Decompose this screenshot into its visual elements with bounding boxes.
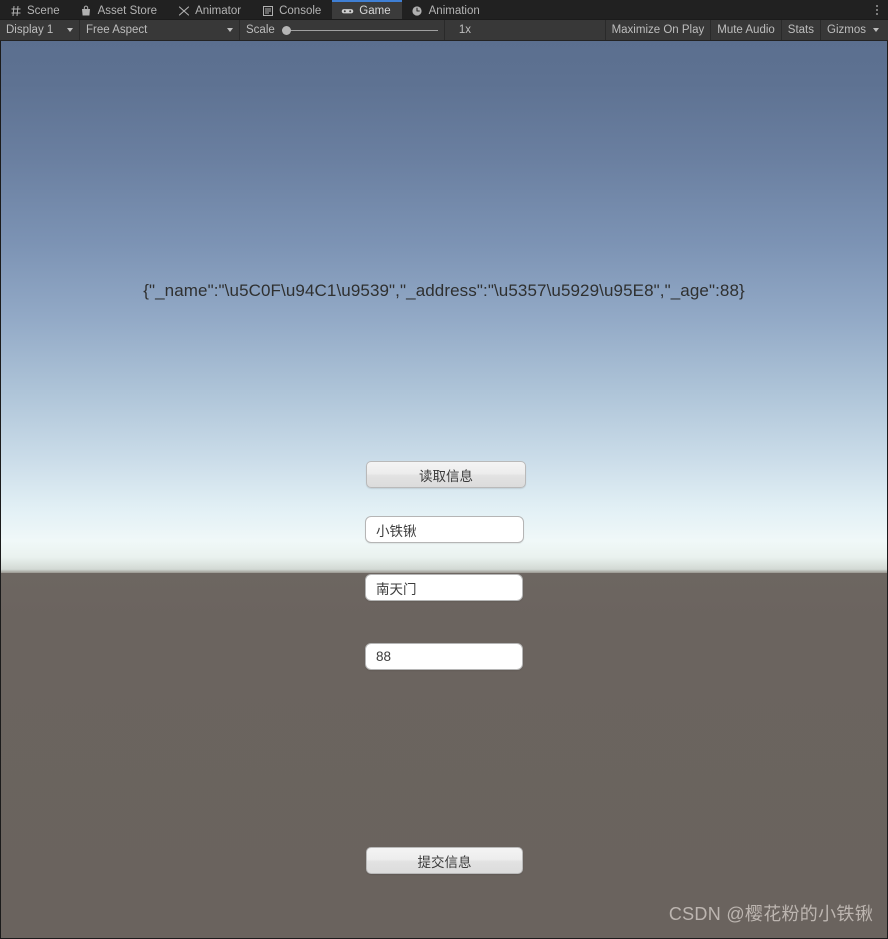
age-input-field[interactable]: 88 bbox=[365, 643, 523, 670]
tab-bar-spacer bbox=[490, 0, 866, 19]
unity-editor-window: Scene Asset Store Animator Console Game … bbox=[0, 0, 888, 939]
address-input-value: 南天门 bbox=[376, 581, 417, 597]
tab-console[interactable]: Console bbox=[252, 0, 333, 19]
chevron-down-icon bbox=[227, 28, 233, 32]
age-input-value: 88 bbox=[376, 649, 392, 664]
chevron-down-icon bbox=[67, 28, 73, 32]
json-output-text: {"_name":"\u5C0F\u94C1\u9539","_address"… bbox=[143, 281, 745, 300]
read-info-button[interactable]: 读取信息 bbox=[366, 461, 526, 488]
editor-tab-bar: Scene Asset Store Animator Console Game … bbox=[0, 0, 888, 20]
tab-scene-label: Scene bbox=[27, 4, 60, 17]
scale-value: 1x bbox=[445, 20, 479, 40]
aspect-ratio-dropdown[interactable]: Free Aspect bbox=[80, 20, 240, 40]
branch-icon bbox=[177, 4, 190, 17]
tab-scene[interactable]: Scene bbox=[0, 0, 71, 19]
scale-label: Scale bbox=[246, 24, 275, 36]
chevron-down-icon bbox=[873, 28, 879, 32]
kebab-dot bbox=[876, 12, 878, 15]
scale-slider[interactable] bbox=[281, 25, 438, 36]
submit-info-button[interactable]: 提交信息 bbox=[366, 847, 523, 874]
display-dropdown-label: Display 1 bbox=[6, 24, 54, 36]
ground-plane bbox=[1, 573, 887, 938]
scale-slider-group[interactable]: Scale bbox=[240, 20, 445, 40]
kebab-menu-icon[interactable] bbox=[866, 0, 888, 19]
maximize-on-play-button[interactable]: Maximize On Play bbox=[606, 20, 712, 40]
toolbar-spacer bbox=[479, 20, 606, 40]
mute-audio-label: Mute Audio bbox=[717, 24, 775, 36]
game-view-canvas[interactable]: {"_name":"\u5C0F\u94C1\u9539","_address"… bbox=[0, 41, 888, 939]
name-input-value: 小铁锹 bbox=[376, 523, 417, 539]
game-view-toolbar: Display 1 Free Aspect Scale 1x Maximize … bbox=[0, 20, 888, 41]
watermark-text: CSDN @樱花粉的小铁锹 bbox=[668, 904, 873, 924]
kebab-dot bbox=[876, 4, 878, 7]
scale-slider-track bbox=[281, 29, 438, 31]
scale-value-label: 1x bbox=[458, 24, 471, 36]
address-input-field[interactable]: 南天门 bbox=[365, 574, 523, 601]
submit-info-button-label: 提交信息 bbox=[417, 854, 472, 870]
tab-animation[interactable]: Animation bbox=[401, 0, 491, 19]
tab-asset-store-label: Asset Store bbox=[97, 4, 158, 17]
tab-animation-label: Animation bbox=[428, 4, 480, 17]
tab-animator[interactable]: Animator bbox=[168, 0, 253, 19]
gamepad-icon bbox=[341, 4, 354, 17]
gizmos-dropdown[interactable]: Gizmos bbox=[821, 20, 888, 40]
stats-label: Stats bbox=[787, 24, 815, 36]
list-icon bbox=[261, 4, 274, 17]
gizmos-label: Gizmos bbox=[827, 24, 866, 36]
aspect-ratio-label: Free Aspect bbox=[86, 24, 148, 36]
name-input-field[interactable]: 小铁锹 bbox=[365, 516, 524, 543]
tab-asset-store[interactable]: Asset Store bbox=[70, 0, 169, 19]
grid-icon bbox=[9, 4, 22, 17]
read-info-button-label: 读取信息 bbox=[419, 468, 473, 484]
tab-console-label: Console bbox=[279, 4, 322, 17]
tab-game-label: Game bbox=[359, 4, 391, 17]
stats-button[interactable]: Stats bbox=[782, 20, 822, 40]
mute-audio-button[interactable]: Mute Audio bbox=[711, 20, 782, 40]
scale-slider-handle[interactable] bbox=[281, 25, 291, 35]
skybox-gradient bbox=[1, 41, 887, 573]
tab-animator-label: Animator bbox=[195, 4, 242, 17]
display-dropdown[interactable]: Display 1 bbox=[0, 20, 80, 40]
shop-bag-icon bbox=[80, 4, 93, 17]
kebab-dot bbox=[876, 8, 878, 11]
maximize-on-play-label: Maximize On Play bbox=[611, 24, 705, 36]
tab-game[interactable]: Game bbox=[332, 0, 402, 19]
clock-icon bbox=[411, 4, 424, 17]
